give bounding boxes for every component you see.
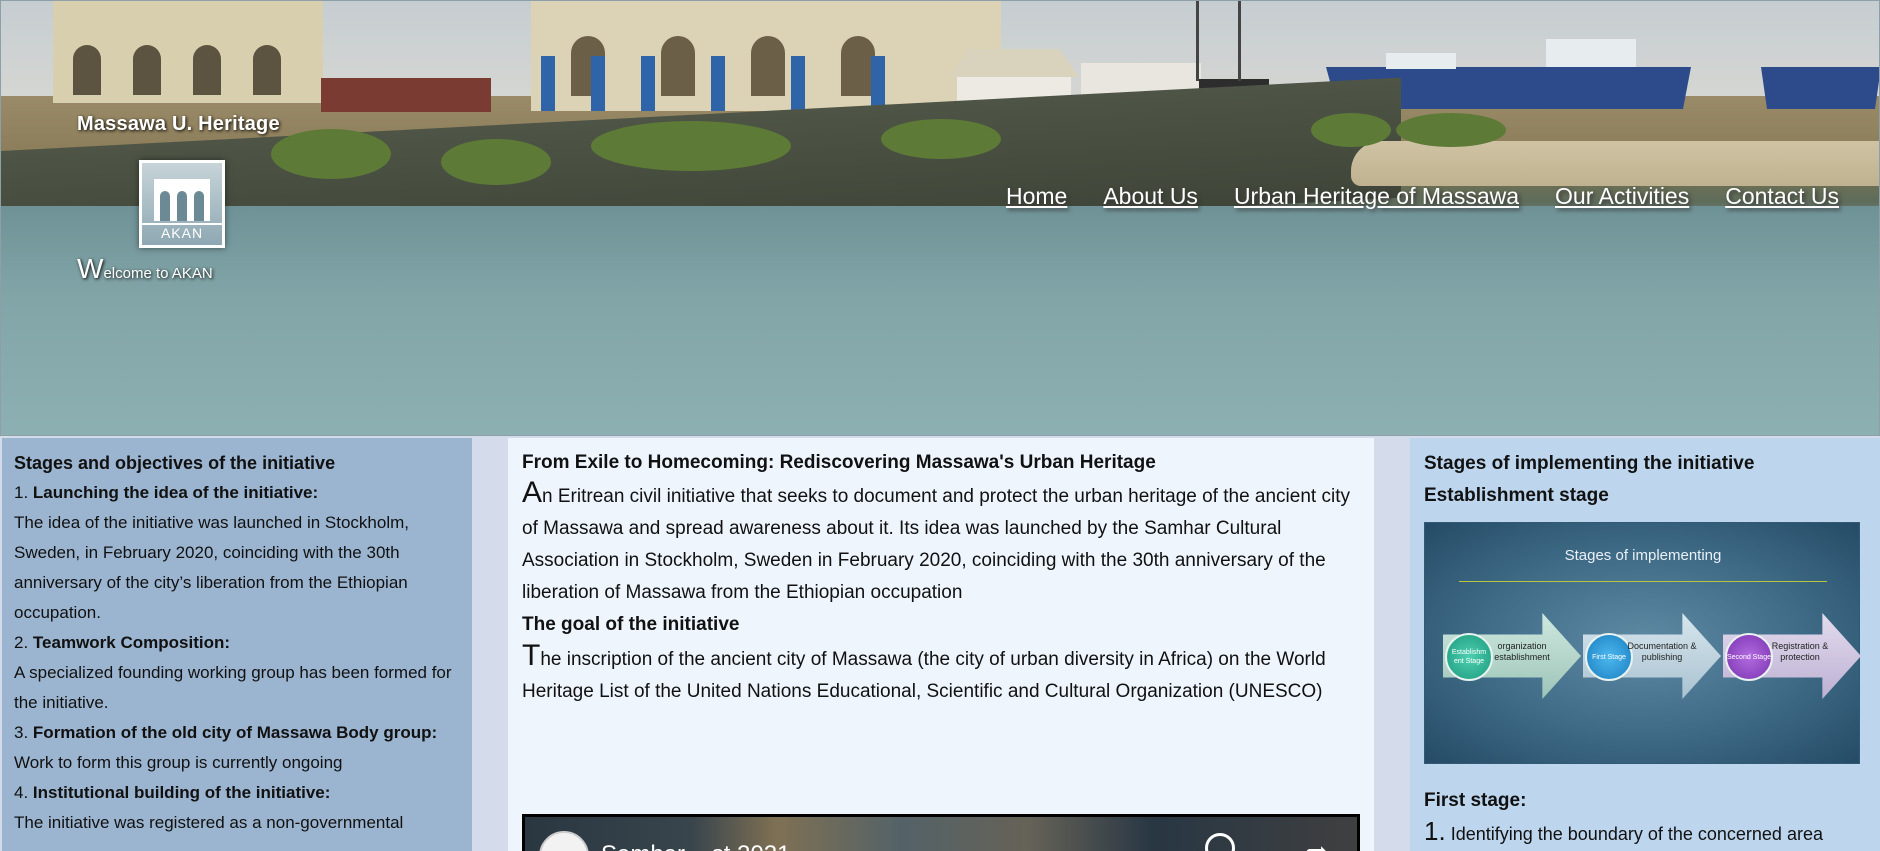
left-sidebar: Stages and objectives of the initiative … [2, 438, 472, 851]
hero-water [1, 206, 1879, 435]
stage-item-text: Work to form this group is currently ong… [14, 753, 343, 772]
stage-item-text: A specialized founding working group has… [14, 663, 452, 712]
main-content: From Exile to Homecoming: Rediscovering … [508, 438, 1374, 851]
stage-circle: Establishm ent Stage [1445, 633, 1493, 681]
stages-diagram-image: Stages of implementing Establishm ent St… [1424, 522, 1861, 764]
nav-about-us[interactable]: About Us [1103, 183, 1198, 210]
intro-initial: A [522, 476, 543, 509]
stage-label: Documentation & publishing [1627, 641, 1697, 662]
stages-image-title: Stages of implementing [1564, 547, 1722, 564]
left-heading: Stages and objectives of the initiative [14, 453, 336, 473]
right-heading: Stages of implementing the initiative [1424, 453, 1755, 474]
nav-urban-heritage[interactable]: Urban Heritage of Massawa [1234, 183, 1519, 210]
logo-text: AKAN [142, 223, 222, 241]
video-player[interactable]: Samhar ...st 2021 ➦ [522, 814, 1360, 851]
nav-home[interactable]: Home [1006, 183, 1067, 210]
stages-image-rule [1459, 581, 1827, 582]
share-icon[interactable]: ➦ [1305, 835, 1328, 851]
hero-building-left [53, 1, 323, 103]
stage-item-text: The initiative was registered as a non-g… [14, 813, 404, 832]
main-nav: Home About Us Urban Heritage of Massawa … [1006, 183, 1839, 210]
goal-paragraph: The inscription of the ancient city of M… [522, 639, 1326, 703]
stage-item-title: 2. Teamwork Composition: [14, 633, 231, 652]
goal-heading: The goal of the initiative [522, 614, 740, 635]
first-stage-heading: First stage: [1424, 790, 1527, 811]
goal-initial: T [522, 639, 541, 672]
hero-beach [1351, 141, 1879, 186]
right-sidebar: Stages of implementing the initiative Es… [1410, 438, 1880, 851]
hero-building-center [531, 1, 1001, 111]
stage-item-text: The idea of the initiative was launched … [14, 513, 410, 622]
stage-label: Registration & protection [1771, 641, 1829, 662]
stage-label: organization establishment [1494, 641, 1550, 662]
nav-our-activities[interactable]: Our Activities [1555, 183, 1689, 210]
video-title[interactable]: Samhar ...st 2021 [601, 841, 790, 851]
hero-ship-deck [1386, 53, 1456, 69]
stage-item-title: 1. Launching the idea of the initiative: [14, 483, 319, 502]
hero-tower [1196, 1, 1241, 81]
site-logo[interactable]: AKAN [139, 160, 225, 248]
welcome-text: Welcome to AKAN [77, 253, 213, 285]
stage-circle: First Stage [1585, 633, 1633, 681]
nav-contact-us[interactable]: Contact Us [1725, 183, 1839, 210]
first-stage-item: 1. Identifying the boundary of the conce… [1424, 816, 1823, 846]
welcome-rest: elcome to AKAN [103, 265, 213, 282]
stage-item-title: 3. Formation of the old city of Massawa … [14, 723, 438, 742]
right-subheading: Establishment stage [1424, 485, 1609, 506]
hero-ship-deck [1546, 39, 1636, 67]
site-title[interactable]: Massawa U. Heritage [77, 113, 280, 136]
hero-container [321, 78, 491, 112]
intro-paragraph: An Eritrean civil initiative that seeks … [522, 476, 1350, 604]
article-title: From Exile to Homecoming: Rediscovering … [522, 452, 1156, 473]
hero-banner: Massawa U. Heritage AKAN Welcome to AKAN… [0, 0, 1880, 436]
stage-item-title: 4. Institutional building of the initiat… [14, 783, 331, 802]
welcome-initial: W [77, 253, 104, 284]
